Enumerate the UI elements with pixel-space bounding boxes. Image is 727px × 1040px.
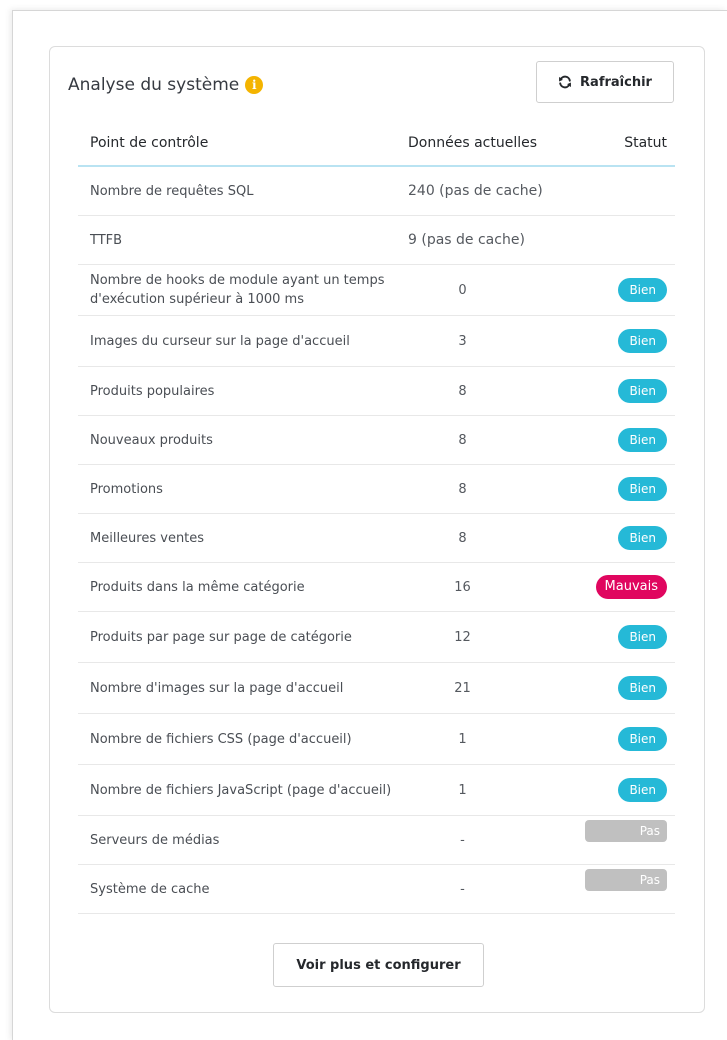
status-badge-good: Bien xyxy=(618,526,667,550)
row-label: Produits populaires xyxy=(78,366,398,416)
status-badge-not-configured: Pas configuré xyxy=(585,868,667,909)
table-row: Produits dans la même catégorie 16 Mauva… xyxy=(78,562,675,612)
refresh-button[interactable]: Rafraîchir xyxy=(536,61,674,103)
row-status: Bien xyxy=(585,415,675,465)
system-analysis-panel: Analyse du système i Rafraîchir Point de… xyxy=(49,46,705,1013)
table-row: Nombre de requêtes SQL 240 (pas de cache… xyxy=(78,166,675,216)
table-row: Nombre d'images sur la page d'accueil 21… xyxy=(78,662,675,714)
status-badge-good: Bien xyxy=(618,625,667,649)
status-badge-good: Bien xyxy=(618,278,667,302)
row-status: Bien xyxy=(585,513,675,563)
row-status: Bien xyxy=(585,662,675,714)
table-row: TTFB 9 (pas de cache) xyxy=(78,215,675,265)
row-value: 1 xyxy=(398,764,585,816)
checks-table: Point de contrôle Données actuelles Stat… xyxy=(78,121,675,914)
panel-title-text: Analyse du système xyxy=(68,75,240,95)
row-status: Bien xyxy=(585,713,675,765)
status-badge-good: Bien xyxy=(618,477,667,501)
panel-title: Analyse du système i xyxy=(68,75,264,95)
table-row: Système de cache - Pas configuré xyxy=(78,864,675,914)
row-value: 3 xyxy=(398,315,585,367)
row-label: Images du curseur sur la page d'accueil xyxy=(78,315,398,367)
row-value: 8 xyxy=(398,464,585,514)
row-status: Bien xyxy=(585,464,675,514)
row-value: - xyxy=(398,815,585,865)
row-label: Serveurs de médias xyxy=(78,815,398,865)
row-label: TTFB xyxy=(78,215,398,265)
header-current-data: Données actuelles xyxy=(398,121,585,167)
row-status: Bien xyxy=(585,315,675,367)
row-label: Meilleures ventes xyxy=(78,513,398,563)
table-row: Nombre de fichiers JavaScript (page d'ac… xyxy=(78,764,675,816)
row-label: Nouveaux produits xyxy=(78,415,398,465)
row-status: Bien xyxy=(585,264,675,316)
see-more-configure-button[interactable]: Voir plus et configurer xyxy=(273,943,484,987)
row-status xyxy=(585,166,675,216)
status-badge-good: Bien xyxy=(618,329,667,353)
header-status: Statut xyxy=(585,121,675,167)
table-row: Promotions 8 Bien xyxy=(78,464,675,514)
row-label: Nombre de fichiers JavaScript (page d'ac… xyxy=(78,764,398,816)
row-label: Produits par page sur page de catégorie xyxy=(78,611,398,663)
table-row: Nombre de fichiers CSS (page d'accueil) … xyxy=(78,713,675,765)
status-badge-good: Bien xyxy=(618,676,667,700)
table-header-row: Point de contrôle Données actuelles Stat… xyxy=(78,121,675,167)
refresh-label: Rafraîchir xyxy=(580,74,652,90)
table-row: Images du curseur sur la page d'accueil … xyxy=(78,315,675,367)
header-checkpoint: Point de contrôle xyxy=(78,121,398,167)
table-row: Nombre de hooks de module ayant un temps… xyxy=(78,264,675,316)
table-row: Meilleures ventes 8 Bien xyxy=(78,513,675,563)
row-label: Système de cache xyxy=(78,864,398,914)
row-label: Produits dans la même catégorie xyxy=(78,562,398,612)
table-row: Produits populaires 8 Bien xyxy=(78,366,675,416)
row-status xyxy=(585,215,675,265)
row-value: 8 xyxy=(398,513,585,563)
table-row: Produits par page sur page de catégorie … xyxy=(78,611,675,663)
status-badge-bad: Mauvais xyxy=(595,575,667,599)
row-value: 16 xyxy=(398,562,585,612)
row-status: Bien xyxy=(585,366,675,416)
status-badge-good: Bien xyxy=(618,428,667,452)
row-status: Bien xyxy=(585,764,675,816)
row-label: Nombre de fichiers CSS (page d'accueil) xyxy=(78,713,398,765)
table-row: Nouveaux produits 8 Bien xyxy=(78,415,675,465)
status-badge-good: Bien xyxy=(618,379,667,403)
row-value: 240 (pas de cache) xyxy=(398,166,585,216)
table-row: Serveurs de médias - Pas configuré xyxy=(78,815,675,865)
row-value: 8 xyxy=(398,366,585,416)
row-label: Nombre d'images sur la page d'accueil xyxy=(78,662,398,714)
info-icon[interactable]: i xyxy=(245,76,264,94)
row-value: 8 xyxy=(398,415,585,465)
refresh-icon xyxy=(558,75,572,89)
row-label: Nombre de hooks de module ayant un temps… xyxy=(78,264,398,316)
status-badge-good: Bien xyxy=(618,727,667,751)
row-value: 1 xyxy=(398,713,585,765)
status-badge-not-configured: Pas configuré xyxy=(585,819,667,860)
row-status: Mauvais xyxy=(585,562,675,612)
row-value: 12 xyxy=(398,611,585,663)
row-value: 21 xyxy=(398,662,585,714)
screenshot-canvas: Analyse du système i Rafraîchir Point de… xyxy=(0,0,727,1040)
row-status: Bien xyxy=(585,611,675,663)
row-status: Pas configuré xyxy=(585,815,675,865)
status-badge-good: Bien xyxy=(618,778,667,802)
row-label: Nombre de requêtes SQL xyxy=(78,166,398,216)
row-value: - xyxy=(398,864,585,914)
row-value: 9 (pas de cache) xyxy=(398,215,585,265)
row-value: 0 xyxy=(398,264,585,316)
row-label: Promotions xyxy=(78,464,398,514)
row-status: Pas configuré xyxy=(585,864,675,914)
